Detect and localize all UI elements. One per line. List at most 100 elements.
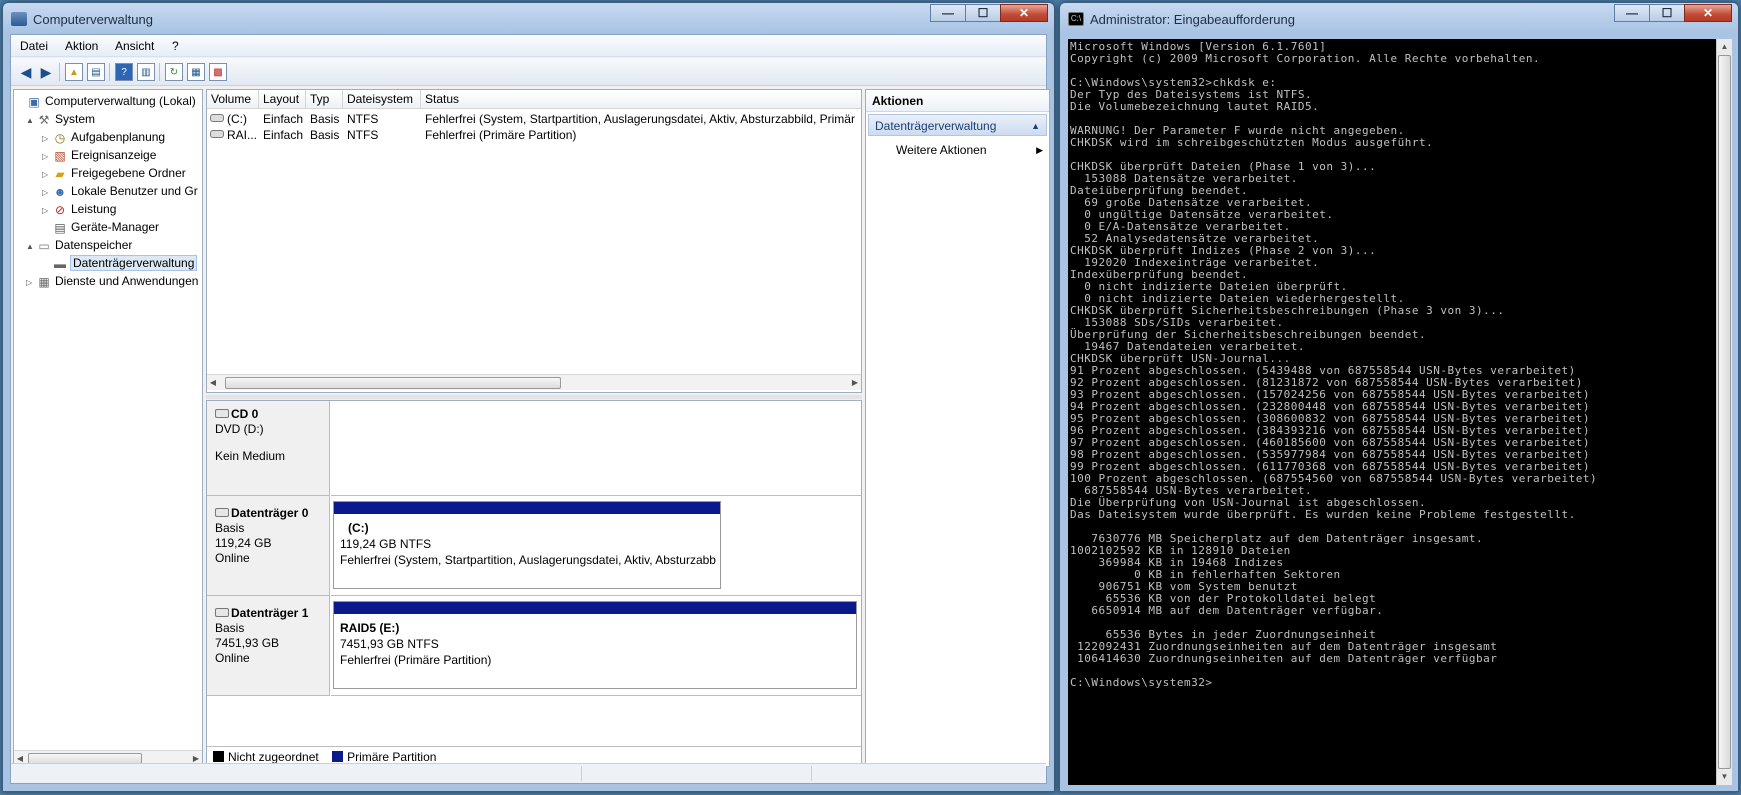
forward-arrow-icon[interactable]: ▶ <box>37 63 55 81</box>
tree-item-lokale-benutzer[interactable]: ▷ ☻ Lokale Benutzer und Gr <box>42 182 198 200</box>
tree-item-label: Computerverwaltung (Lokal) <box>45 94 196 108</box>
column-header-layout[interactable]: Layout <box>259 90 306 109</box>
back-arrow-icon[interactable]: ◀ <box>17 63 35 81</box>
properties-icon[interactable]: ▦ <box>187 63 205 81</box>
volume-list-horizontal-scrollbar[interactable]: ◀ ▶ <box>207 374 861 390</box>
disk-name: CD 0 <box>231 407 259 421</box>
command-prompt-window: C:\ Administrator: Eingabeaufforderung —… <box>1059 2 1739 792</box>
actions-section-datentraegerverwaltung[interactable]: Datenträgerverwaltung ▲ <box>868 114 1047 136</box>
computer-management-icon <box>11 12 27 26</box>
tree-item-ereignisanzeige[interactable]: ▷ ▧ Ereignisanzeige <box>42 146 156 164</box>
disk-info-line: Online <box>215 551 250 565</box>
tree-item-computer-management[interactable]: ▣ Computerverwaltung (Lokal) <box>16 92 196 110</box>
hard-disk-icon <box>215 608 229 617</box>
disk-area-disk1: RAID5 (E:) 7451,93 GB NTFS Fehlerfrei (P… <box>331 596 861 696</box>
tree-item-freigegebene-ordner[interactable]: ▷ ▰ Freigegebene Ordner <box>42 164 186 182</box>
tree-item-dienste-und-anwendungen[interactable]: ▷ ▦ Dienste und Anwendungen <box>26 272 198 290</box>
column-header-volume[interactable]: Volume <box>207 90 259 109</box>
volume-name-cell: RAI... <box>210 127 258 143</box>
tree-item-datenspeicher[interactable]: ▲ ▭ Datenspeicher <box>26 236 132 254</box>
maximize-button[interactable]: ☐ <box>965 4 1001 22</box>
scrollbar-thumb[interactable] <box>225 377 561 389</box>
disk-settings-icon[interactable]: ▩ <box>209 63 227 81</box>
partition-c[interactable]: (C:) 119,24 GB NTFS Fehlerfrei (System, … <box>333 501 721 589</box>
legend-label: Nicht zugeordnet <box>228 750 319 764</box>
pane-splitter[interactable] <box>206 395 862 399</box>
column-header-dateisystem[interactable]: Dateisystem <box>343 90 421 109</box>
menu-ansicht[interactable]: Ansicht <box>115 39 154 53</box>
tree-item-label: System <box>55 112 96 126</box>
console-tree: ▣ Computerverwaltung (Lokal) ▲ ⚒ System ▷ ◷ A… <box>13 89 203 767</box>
scroll-left-icon[interactable]: ◀ <box>207 376 219 390</box>
collapse-icon[interactable]: ▲ <box>26 238 36 256</box>
tree-item-label: Dienste und Anwendungen <box>55 274 199 288</box>
cmd-icon: C:\ <box>1068 12 1084 26</box>
users-icon: ☻ <box>53 184 67 199</box>
maximize-button[interactable]: ☐ <box>1649 4 1685 22</box>
help-icon[interactable]: ? <box>115 63 133 81</box>
menu-datei[interactable]: Datei <box>20 39 48 53</box>
tree-item-geraete-manager[interactable]: ▤ Geräte-Manager <box>42 218 159 236</box>
disk-info-line: 7451,93 GB <box>215 636 280 650</box>
column-header-status[interactable]: Status <box>421 90 861 109</box>
disk-area-disk0: (C:) 119,24 GB NTFS Fehlerfrei (System, … <box>331 496 861 596</box>
show-hide-tree-icon[interactable]: ▤ <box>87 63 105 81</box>
partition-size: 7451,93 GB NTFS <box>340 637 439 651</box>
disk-label-disk0[interactable]: Datenträger 0 Basis 119,24 GB Online <box>207 496 330 596</box>
drive-icon <box>210 114 224 122</box>
close-button[interactable]: ✕ <box>1000 4 1048 22</box>
refresh-icon[interactable]: ↻ <box>165 63 183 81</box>
action-weitere-aktionen[interactable]: Weitere Aktionen ▶ <box>896 140 1043 160</box>
minimize-button[interactable]: — <box>930 4 966 22</box>
primary-partition-bar <box>334 502 720 514</box>
tree-item-leistung[interactable]: ▷ ⊘ Leistung <box>42 200 116 218</box>
column-header-typ[interactable]: Typ <box>306 90 343 109</box>
hard-disk-icon <box>215 508 229 517</box>
toolbar: ◀ ▶ ▲ ▤ ? ▥ ↻ ▦ ▩ <box>11 58 1046 86</box>
status-segment <box>811 766 812 781</box>
primary-partition-bar <box>334 602 856 614</box>
collapse-up-icon[interactable]: ▲ <box>1031 115 1040 137</box>
scroll-up-icon[interactable]: ▲ <box>1717 39 1732 55</box>
actions-pane: Aktionen Datenträgerverwaltung ▲ Weitere… <box>865 89 1050 767</box>
tree-item-label: Lokale Benutzer und Gr <box>71 184 198 198</box>
menu-aktion[interactable]: Aktion <box>65 39 98 53</box>
disk-label-disk1[interactable]: Datenträger 1 Basis 7451,93 GB Online <box>207 596 330 696</box>
disk-label-cd0[interactable]: CD 0 DVD (D:) Kein Medium <box>207 401 330 496</box>
tree-item-datentraegerverwaltung[interactable]: ▬ Datenträgerverwaltung <box>42 254 198 272</box>
disk-name: Datenträger 0 <box>231 506 309 520</box>
computer-management-window: Computerverwaltung — ☐ ✕ Datei Aktion An… <box>2 2 1055 792</box>
cm-titlebar[interactable]: Computerverwaltung — ☐ ✕ <box>3 3 1054 33</box>
tree-item-label: Geräte-Manager <box>71 220 160 234</box>
minimize-button[interactable]: — <box>1614 4 1650 22</box>
show-hide-action-pane-icon[interactable]: ▥ <box>137 63 155 81</box>
actions-header: Aktionen <box>866 90 1049 112</box>
tree-item-label: Datenträgerverwaltung <box>69 255 198 271</box>
scroll-right-icon[interactable]: ▶ <box>849 376 861 390</box>
scrollbar-thumb[interactable] <box>1718 55 1731 769</box>
console-output[interactable]: Microsoft Windows [Version 6.1.7601] Copy… <box>1068 39 1716 785</box>
status-cell: Fehlerfrei (System, Startpartition, Ausl… <box>425 112 855 126</box>
collapse-icon[interactable]: ▲ <box>26 112 36 130</box>
layout-cell: Einfach <box>263 128 304 142</box>
close-button[interactable]: ✕ <box>1684 4 1732 22</box>
volume-name: (C:) <box>227 112 247 126</box>
submenu-arrow-icon: ▶ <box>1036 145 1043 155</box>
console-line: Das Dateisystem wurde überprüft. Es wurd… <box>1070 508 1576 521</box>
tree-item-system[interactable]: ▲ ⚒ System <box>26 110 95 128</box>
clock-icon: ◷ <box>54 130 66 145</box>
disk-info-line: Kein Medium <box>215 449 286 463</box>
scroll-down-icon[interactable]: ▼ <box>1717 769 1732 785</box>
expand-icon[interactable]: ▷ <box>26 274 36 292</box>
menu-help[interactable]: ? <box>172 39 179 53</box>
cmd-titlebar[interactable]: C:\ Administrator: Eingabeaufforderung —… <box>1060 3 1738 33</box>
drive-icon <box>210 130 224 138</box>
disk-name: Datenträger 1 <box>231 606 309 620</box>
tree-item-aufgabenplanung[interactable]: ▷ ◷ Aufgabenplanung <box>42 128 165 146</box>
disk-area-cd0 <box>331 401 861 496</box>
cd-drive-icon <box>215 409 229 418</box>
up-folder-icon[interactable]: ▲ <box>65 63 83 81</box>
partition-size: 119,24 GB NTFS <box>340 537 432 551</box>
partition-e-raid5[interactable]: RAID5 (E:) 7451,93 GB NTFS Fehlerfrei (P… <box>333 601 857 689</box>
console-vertical-scrollbar[interactable]: ▲ ▼ <box>1716 39 1732 785</box>
